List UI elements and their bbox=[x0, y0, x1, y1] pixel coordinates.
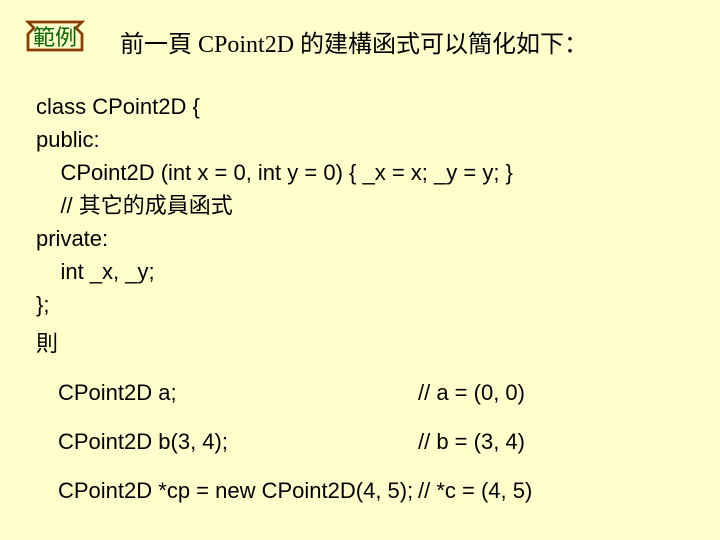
slide-headline: 前一頁 CPoint2D 的建構函式可以簡化如下： bbox=[120, 24, 588, 59]
example-comment: // b = (3, 4) bbox=[418, 425, 525, 458]
example-row: CPoint2D b(3, 4); // b = (3, 4) bbox=[36, 425, 696, 458]
code-line: private: bbox=[36, 222, 696, 255]
example-badge-label: 範例 bbox=[20, 16, 90, 56]
example-badge: 範例 bbox=[20, 16, 90, 56]
code-line: public: bbox=[36, 123, 696, 156]
code-line: class CPoint2D { bbox=[36, 90, 696, 123]
example-comment: // *c = (4, 5) bbox=[418, 474, 532, 507]
code-line: // 其它的成員函式 bbox=[36, 189, 696, 222]
code-line: CPoint2D (int x = 0, int y = 0) { _x = x… bbox=[36, 156, 696, 189]
example-row: CPoint2D *cp = new CPoint2D(4, 5); // *c… bbox=[36, 474, 696, 507]
examples-list: CPoint2D a; // a = (0, 0) CPoint2D b(3, … bbox=[36, 376, 696, 507]
code-block: class CPoint2D { public: CPoint2D (int x… bbox=[36, 90, 696, 507]
example-decl: CPoint2D b(3, 4); bbox=[58, 425, 418, 458]
example-decl: CPoint2D a; bbox=[58, 376, 418, 409]
code-line: }; bbox=[36, 288, 696, 321]
example-comment: // a = (0, 0) bbox=[418, 376, 525, 409]
example-row: CPoint2D a; // a = (0, 0) bbox=[36, 376, 696, 409]
code-line: int _x, _y; bbox=[36, 255, 696, 288]
then-label: 則 bbox=[36, 327, 696, 360]
example-decl: CPoint2D *cp = new CPoint2D(4, 5); bbox=[58, 474, 418, 507]
